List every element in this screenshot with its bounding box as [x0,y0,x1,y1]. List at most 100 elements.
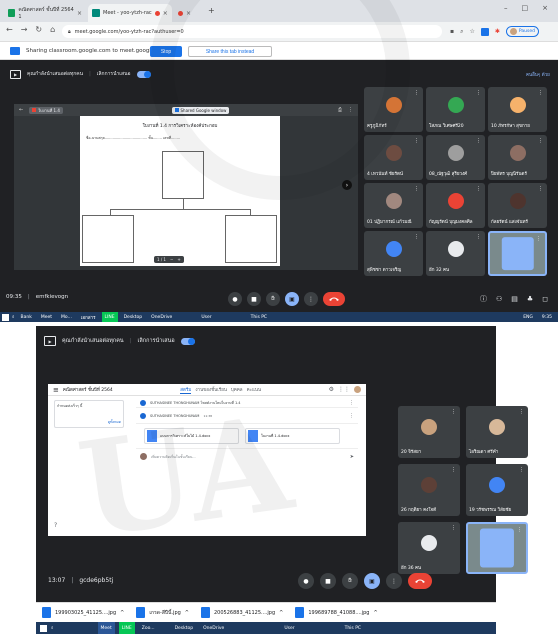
mic-icon[interactable]: ● [228,292,242,306]
minimize-button[interactable]: – [504,4,508,12]
tile-menu-icon[interactable]: ⋮ [519,467,524,473]
home-icon[interactable]: ⌂ [50,25,55,34]
taskbar-app[interactable]: Desktop [121,312,146,322]
taskbar-app[interactable]: Bank [18,312,35,322]
tab-blank[interactable]: × [174,4,204,22]
chevron-up-icon[interactable]: ^ [279,610,283,616]
taskbar-app[interactable]: User [281,622,297,634]
presenting-toggle[interactable] [136,70,151,78]
tile-menu-icon[interactable]: ⋮ [414,90,419,96]
tile-menu-icon[interactable]: ⋮ [536,236,541,242]
taskbar-app-line[interactable]: LINE [101,312,118,322]
chevron-up-icon[interactable]: ^ [373,610,377,616]
zoom-icon[interactable]: ⌕ [460,28,463,36]
windows-start-icon[interactable] [2,313,9,321]
present-icon[interactable]: ▣ [285,292,299,306]
stream-post[interactable]: SUTHASINEE THONGHUNAM 11:38 ⋮ [136,408,358,424]
camera-icon[interactable]: ■ [247,292,261,306]
taskbar-app[interactable]: User [198,312,214,322]
more-icon[interactable]: ⋮ [348,107,353,113]
participant-tile[interactable]: ⋮ ปิยพัทร บุญนิรันดร์ [488,135,547,180]
tile-menu-icon[interactable]: ⋮ [414,234,419,240]
tab-close-icon[interactable]: × [163,10,168,17]
tile-menu-icon[interactable]: ⋮ [476,138,481,144]
forward-icon[interactable]: → [21,25,28,34]
print-icon[interactable]: ⎙ [338,107,342,113]
participant-tile[interactable]: ⋮ ครูภูมิภัทร์ [364,87,423,132]
tab-classwork[interactable]: งานของชั้นเรียน [195,386,227,393]
apps-icon[interactable]: ⋮⋮ [338,386,350,393]
chat-icon[interactable]: ▤ [511,295,518,303]
search-icon[interactable]: ⌕ [51,625,54,631]
mic-icon[interactable]: ● [298,573,314,589]
stream-post[interactable]: SUTHASINEE THONGHUNAM โพสต์งานใหม่ใบงานท… [136,398,358,408]
windows-start-icon[interactable] [40,624,47,632]
tile-menu-icon[interactable]: ⋮ [538,90,543,96]
tray-clock[interactable]: 9:35 [542,315,552,320]
participant-tile[interactable]: ⋮ 4 เทวนันท์ ชัยรัตน์ [364,135,423,180]
close-window-button[interactable]: × [542,4,548,12]
download-item[interactable]: 199689788_41088....jpg ^ [289,607,383,618]
search-icon[interactable]: ⌕ [12,314,15,320]
tile-menu-icon[interactable]: ⋮ [414,186,419,192]
tray-language[interactable]: ENG [523,315,533,320]
participant-tile[interactable]: ⋮ 26 กฤติยา คงใจดี [398,464,460,516]
taskbar-app[interactable]: Desktop [172,622,197,634]
tab-close-icon[interactable]: × [186,10,191,17]
participant-tile[interactable]: ⋮ กัญญรัตน์ บุญมงคลศิล [426,183,485,228]
comment-input[interactable]: เพิ่มความคิดเห็นในชั้นเรียน... [151,454,346,460]
download-item[interactable]: เกรด-สีปีนี้.jpg ^ [130,607,195,618]
participant-tile[interactable]: ⋮ สุพิชชา ดาวเจริญ [364,231,423,276]
tile-menu-icon[interactable]: ⋮ [476,186,481,192]
settings-icon[interactable]: ⚙ [329,386,334,393]
tile-menu-icon[interactable]: ⋮ [476,234,481,240]
more-options-icon[interactable]: ⋮ [304,292,318,306]
taskbar-app[interactable]: This PC [342,622,364,634]
side-label[interactable]: คนอื่นๆ ด้วย [526,71,550,78]
tile-menu-icon[interactable]: ⋮ [451,467,456,473]
participant-tile[interactable]: ⋮ กัลยรัตน์ แสงจันทร์ [488,183,547,228]
participant-tile[interactable]: ⋮ 19 วรัชพรรณ วิสัยชัย [466,464,528,516]
participant-tile[interactable]: ⋮ 20 จิรัสยา [398,406,460,458]
presenting-toggle[interactable] [180,337,195,345]
extension-icon[interactable]: ✱ [495,28,500,35]
info-icon[interactable]: ⓘ [480,294,487,304]
shared-tab[interactable]: ใบงานที่ 1.4 [29,106,63,114]
camera-icon[interactable]: ■ [320,573,336,589]
download-item[interactable]: 200526883_41125....jpg ^ [195,607,289,618]
download-item[interactable]: 199903025_41125....jpg ^ [36,607,130,618]
tile-menu-icon[interactable]: ⋮ [451,525,456,531]
taskbar-app[interactable]: เอกสาร [78,312,99,322]
more-options-icon[interactable]: ⋮ [386,573,402,589]
tile-menu-icon[interactable]: ⋮ [517,527,522,533]
next-arrow-icon[interactable]: › [342,180,352,190]
present-icon[interactable]: ▣ [364,573,380,589]
back-icon[interactable]: ← [6,25,13,34]
chevron-up-icon[interactable]: ^ [185,610,189,616]
back-icon[interactable]: ← [19,107,23,113]
taskbar-app[interactable]: OneDrive [200,622,227,634]
taskbar-app[interactable]: Zoo... [139,622,158,634]
tile-menu-icon[interactable]: ⋮ [519,409,524,415]
more-icon[interactable]: ⋮ [349,413,354,419]
menu-icon[interactable]: ≡ [53,386,59,394]
people-icon[interactable]: ⚇ [496,295,502,303]
tile-menu-icon[interactable]: ⋮ [538,186,543,192]
participant-tile[interactable]: ⋮ [488,231,547,276]
more-icon[interactable]: ⋮ [349,400,354,406]
taskbar-app[interactable]: Meet [97,622,115,634]
lock-icon[interactable]: ◻ [542,295,548,303]
tab-classroom[interactable]: คณิตศาสตร์ ชั้นปีที่ 2564 1 × [4,4,86,22]
participant-tile[interactable]: ⋮ โสภณ วิเศษศรี20 [426,87,485,132]
address-bar[interactable]: 🔒︎ meet.google.com/yoo-ytzh-rac?authuser… [62,25,442,38]
tile-menu-icon[interactable]: ⋮ [414,138,419,144]
star-icon[interactable]: ☆ [469,28,474,35]
extension-icon[interactable] [480,27,489,36]
tab-stream[interactable]: สตรีม [180,386,192,394]
end-call-icon[interactable] [408,573,432,589]
new-tab-button[interactable]: + [208,6,215,15]
zoom-in-icon[interactable]: + [177,257,180,262]
send-icon[interactable]: ➤ [350,454,354,460]
stop-sharing-button[interactable]: Stop [150,46,182,57]
camera-icon[interactable]: ▪ [450,28,454,35]
